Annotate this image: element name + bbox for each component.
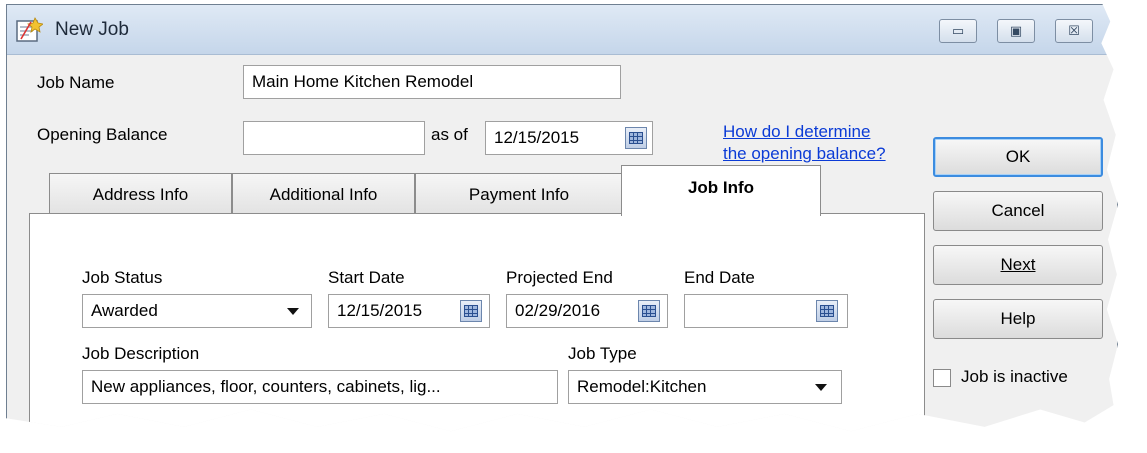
cancel-button[interactable]: Cancel — [933, 191, 1103, 231]
calendar-icon — [629, 132, 643, 144]
job-status-label: Job Status — [82, 268, 163, 287]
maximize-button[interactable]: ▣ — [997, 19, 1035, 43]
close-icon: ☒ — [1068, 23, 1080, 38]
opening-balance-label: Opening Balance — [37, 125, 168, 144]
job-type-value: Remodel:Kitchen — [577, 377, 707, 396]
calendar-icon — [464, 305, 478, 317]
as-of-calendar-button[interactable] — [625, 127, 647, 149]
job-inactive-checkbox[interactable] — [933, 369, 951, 387]
projected-end-calendar-button[interactable] — [638, 300, 660, 322]
window-title: New Job — [55, 19, 129, 40]
projected-end-label: Projected End — [506, 268, 613, 287]
ok-button[interactable]: OK — [933, 137, 1103, 177]
calendar-icon — [820, 305, 834, 317]
job-description-label: Job Description — [82, 344, 200, 363]
job-type-select[interactable]: Remodel:Kitchen — [568, 370, 842, 404]
opening-balance-help-link[interactable]: How do I determine the opening balance? — [723, 121, 886, 165]
job-info-panel: Job Status Awarded Start Date 12/15/2015… — [29, 213, 925, 432]
calendar-icon — [642, 305, 656, 317]
start-date-label: Start Date — [328, 268, 405, 287]
tab-payment-info[interactable]: Payment Info — [415, 173, 623, 215]
tab-job-info[interactable]: Job Info — [621, 165, 821, 216]
chevron-down-icon — [287, 308, 299, 315]
job-type-label: Job Type — [568, 344, 637, 363]
close-button[interactable]: ☒ — [1055, 19, 1093, 43]
job-status-value: Awarded — [91, 301, 158, 320]
minimize-icon: ▭ — [951, 23, 965, 38]
new-job-icon — [16, 17, 43, 42]
minimize-button[interactable]: ▭ — [939, 19, 977, 43]
job-description-input[interactable]: New appliances, floor, counters, cabinet… — [82, 370, 558, 404]
next-button-label: Next — [1000, 255, 1036, 274]
job-status-select[interactable]: Awarded — [82, 294, 312, 328]
opening-balance-input[interactable] — [243, 121, 425, 155]
end-date-calendar-button[interactable] — [816, 300, 838, 322]
title-bar[interactable]: New Job ▭ ▣ ☒ — [7, 5, 1117, 55]
job-name-input[interactable]: Main Home Kitchen Remodel — [243, 65, 621, 99]
next-button[interactable]: Next — [933, 245, 1103, 285]
job-name-label: Job Name — [37, 73, 115, 92]
help-button[interactable]: Help — [933, 299, 1103, 339]
chevron-down-icon — [815, 384, 827, 391]
new-job-window: New Job ▭ ▣ ☒ Job Name Main Home Kitchen… — [6, 4, 1118, 432]
tab-address-info[interactable]: Address Info — [49, 173, 232, 215]
maximize-icon: ▣ — [1009, 23, 1023, 38]
end-date-label: End Date — [684, 268, 755, 287]
start-date-calendar-button[interactable] — [460, 300, 482, 322]
job-inactive-label: Job is inactive — [961, 367, 1068, 386]
as-of-label: as of — [431, 125, 468, 144]
tab-additional-info[interactable]: Additional Info — [232, 173, 415, 215]
